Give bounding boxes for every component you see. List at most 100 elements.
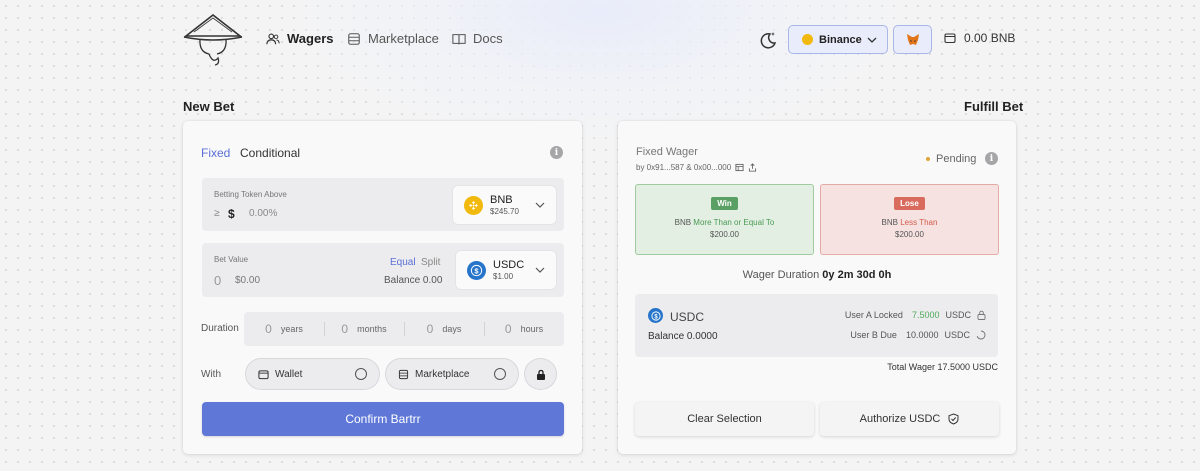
nav-docs-label: Docs (473, 31, 503, 46)
bet-value-token-select[interactable]: $ USDC $1.00 (456, 251, 556, 289)
svg-text:$: $ (474, 266, 479, 275)
clear-selection-button[interactable]: Clear Selection (635, 402, 814, 436)
book-icon (452, 33, 466, 44)
bet-value-field: Bet Value 0 $0.00 Equal Split Balance 0.… (202, 243, 564, 297)
wager-participants: by 0x91...587 & 0x00...000 (636, 163, 757, 172)
nav-marketplace-label: Marketplace (368, 31, 439, 46)
with-wallet-option[interactable]: Wallet (246, 359, 379, 389)
duration-days-input[interactable]: 0 (427, 322, 434, 336)
betting-token-price: $245.70 (490, 206, 519, 216)
betting-token-field: Betting Token Above ≥ $ 0.00% BNB $245.7… (202, 178, 564, 231)
confirm-bartrr-button[interactable]: Confirm Bartrr (202, 402, 564, 436)
with-wallet-radio[interactable] (355, 368, 367, 380)
bnb-icon (802, 34, 813, 45)
chevron-down-icon (535, 267, 545, 273)
wallet-balance[interactable]: 0.00 BNB (944, 31, 1015, 45)
bet-value-input[interactable]: 0 (214, 273, 221, 288)
bnb-token-icon (464, 195, 483, 215)
explorer-icon[interactable] (735, 163, 744, 172)
duration-days-unit: days (442, 324, 462, 334)
wallet-icon (258, 369, 269, 379)
betting-token-select[interactable]: BNB $245.70 (453, 186, 556, 224)
duration-years-input[interactable]: 0 (265, 322, 272, 336)
wager-title: Fixed Wager (636, 146, 698, 158)
duration-hours[interactable]: 0 hours (484, 312, 564, 346)
info-icon[interactable]: i (550, 146, 563, 159)
metamask-fox-icon (906, 34, 919, 45)
bet-value-usd: $0.00 (235, 275, 261, 286)
status-badge: Pending (926, 153, 976, 165)
lock-icon (536, 369, 545, 380)
comparator-symbol[interactable]: ≥ (214, 208, 220, 219)
with-marketplace-label: Marketplace (415, 368, 470, 380)
win-condition-text: More Than or Equal To (693, 218, 775, 227)
users-icon (266, 33, 280, 44)
clear-selection-label: Clear Selection (687, 413, 762, 425)
duration-years[interactable]: 0 years (244, 312, 324, 346)
chevron-down-icon (535, 202, 545, 208)
with-wallet-label: Wallet (275, 368, 303, 380)
bet-value-token-name: USDC (493, 258, 525, 271)
tab-conditional[interactable]: Conditional (240, 146, 300, 160)
with-marketplace-option[interactable]: Marketplace (386, 359, 518, 389)
user-a-label: User A Locked (844, 310, 903, 320)
lose-token: BNB (881, 218, 898, 227)
nav-docs[interactable]: Docs (452, 31, 503, 46)
win-outcome-card[interactable]: Win BNB More Than or Equal To $200.00 (635, 184, 814, 255)
wager-token-box: $ USDC Balance 0.0000 User A Locked 7.50… (635, 294, 998, 357)
mode-equal[interactable]: Equal (390, 257, 416, 268)
wallet-balance-value: 0.00 BNB (964, 31, 1016, 45)
new-bet-title: New Bet (183, 99, 235, 114)
betting-token-input[interactable]: 0.00% (249, 208, 277, 219)
lose-condition: BNB Less Than (882, 218, 938, 227)
user-b-label: User B Due (850, 330, 897, 340)
info-icon[interactable]: i (985, 152, 998, 165)
logo-hat-icon (183, 13, 243, 66)
user-a-unit: USDC (945, 310, 971, 320)
authorize-usdc-button[interactable]: Authorize USDC (820, 402, 999, 436)
betting-token-name: BNB (490, 193, 513, 206)
background-glow (300, 0, 900, 140)
win-amount: $200.00 (710, 230, 739, 239)
theme-toggle-moon-icon[interactable] (758, 30, 778, 50)
nav-marketplace[interactable]: Marketplace (347, 31, 439, 46)
stack-icon (398, 369, 409, 379)
network-label: Binance (819, 33, 862, 46)
stack-icon (348, 32, 360, 45)
duration-inputs: 0 years 0 months 0 days 0 hours (244, 312, 564, 346)
wager-by-text: by 0x91...587 & 0x00...000 (636, 163, 732, 172)
user-a-value: 7.5000 (911, 310, 940, 320)
duration-months-input[interactable]: 0 (341, 322, 348, 336)
metamask-button[interactable] (893, 25, 932, 54)
lose-condition-text: Less Than (900, 218, 938, 227)
share-icon[interactable] (748, 163, 757, 172)
duration-days[interactable]: 0 days (404, 312, 484, 346)
win-badge: Win (711, 197, 738, 210)
duration-hours-unit: hours (520, 324, 544, 334)
user-a-locked-row: User A Locked 7.5000 USDC (845, 310, 986, 320)
lose-outcome-card[interactable]: Lose BNB Less Than $200.00 (820, 184, 999, 255)
lock-toggle-button[interactable] (525, 359, 556, 389)
authorize-usdc-label: Authorize USDC (859, 413, 941, 425)
with-label: With (201, 369, 221, 380)
bet-value-label: Bet Value (214, 255, 249, 264)
wallet-icon (944, 33, 956, 44)
user-b-unit: USDC (944, 330, 970, 340)
total-wager: Total Wager 17.5000 USDC (887, 362, 998, 372)
nav-wagers-label: Wagers (287, 31, 334, 46)
chevron-down-icon (867, 37, 877, 43)
tab-fixed[interactable]: Fixed (201, 146, 230, 160)
user-b-due-row: User B Due 10.0000 USDC (850, 330, 986, 340)
duration-months[interactable]: 0 months (324, 312, 404, 346)
status-dot (926, 157, 930, 161)
mode-split[interactable]: Split (421, 257, 440, 268)
status-text: Pending (936, 153, 977, 165)
lose-amount: $200.00 (895, 230, 924, 239)
duration-hours-input[interactable]: 0 (505, 322, 512, 336)
nav-wagers[interactable]: Wagers (266, 31, 333, 46)
network-select[interactable]: Binance (788, 25, 888, 54)
duration-label: Duration (201, 323, 239, 334)
usdc-token-icon: $ (648, 308, 663, 323)
with-marketplace-radio[interactable] (494, 368, 506, 380)
betting-token-label: Betting Token Above (214, 190, 287, 199)
